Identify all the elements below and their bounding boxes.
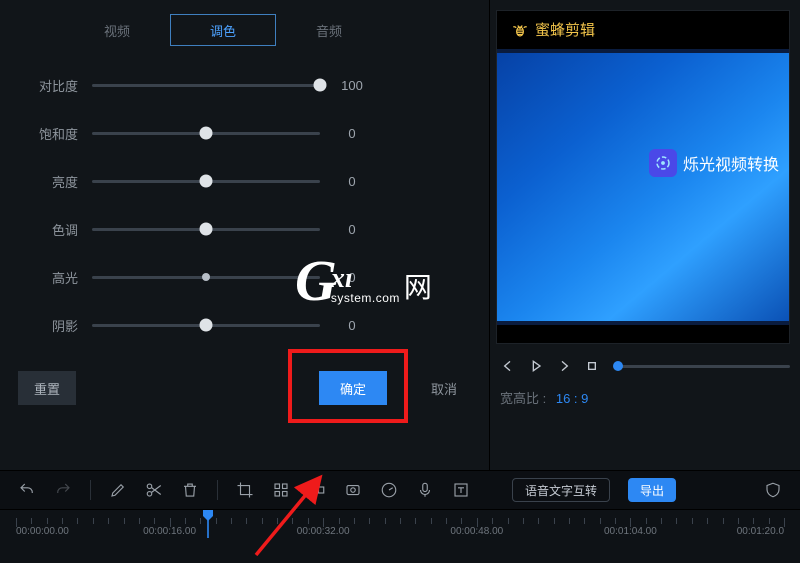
voice-text-button[interactable]: 语音文字互转: [512, 478, 610, 502]
preview-panel: 蜜蜂剪辑 烁光视频转换: [490, 0, 800, 470]
scrub-handle[interactable]: [613, 361, 623, 371]
slider-label: 色调: [18, 220, 78, 239]
slider-thumb[interactable]: [200, 319, 213, 332]
slider-track[interactable]: [92, 132, 320, 135]
slider-thumb[interactable]: [200, 175, 213, 188]
bee-icon: [511, 21, 529, 39]
text-icon[interactable]: [452, 481, 470, 499]
tick-label: 00:00:48.00: [450, 526, 503, 537]
converter-icon: [649, 149, 677, 177]
ok-button[interactable]: 确定: [319, 371, 387, 405]
merge-icon[interactable]: [308, 481, 326, 499]
prev-button[interactable]: [500, 358, 516, 374]
crop-icon[interactable]: [236, 481, 254, 499]
slider-value: 0: [334, 318, 370, 333]
aspect-label: 宽高比 :: [500, 391, 546, 406]
redo-icon[interactable]: [54, 481, 72, 499]
slider-label: 阴影: [18, 316, 78, 335]
slider-row: 亮度 0: [18, 170, 473, 192]
slider-row: 阴影 0: [18, 314, 473, 336]
pencil-icon[interactable]: [109, 481, 127, 499]
play-button[interactable]: [528, 358, 544, 374]
slider-list: 对比度 100 饱和度 0 亮度 0 色调 0 高光 0 阴影 0: [18, 74, 473, 336]
slider-track[interactable]: [92, 324, 320, 327]
stop-button[interactable]: [584, 358, 600, 374]
mosaic-icon[interactable]: [272, 481, 290, 499]
slider-value: 0: [334, 270, 370, 285]
trash-icon[interactable]: [181, 481, 199, 499]
tick-label: 00:00:32.00: [297, 526, 350, 537]
slider-thumb[interactable]: [314, 79, 327, 92]
tick-label: 00:01:20.0: [737, 526, 784, 537]
slider-track[interactable]: [92, 84, 320, 87]
cancel-button[interactable]: 取消: [415, 371, 473, 405]
aspect-value[interactable]: 16 : 9: [556, 391, 589, 406]
slider-value: 0: [334, 126, 370, 141]
timeline-ruler[interactable]: 00:00:00.00 00:00:16.00 00:00:32.00 00:00:4…: [16, 518, 784, 546]
slider-thumb[interactable]: [200, 223, 213, 236]
tab-audio[interactable]: 音频: [276, 14, 382, 46]
speed-icon[interactable]: [380, 481, 398, 499]
slider-thumb[interactable]: [200, 127, 213, 140]
video-frame: 烁光视频转换: [497, 49, 789, 325]
playback-controls: [496, 358, 790, 374]
scrub-bar[interactable]: [618, 365, 790, 368]
mic-icon[interactable]: [416, 481, 434, 499]
export-button[interactable]: 导出: [628, 478, 676, 502]
shield-icon[interactable]: [764, 481, 782, 499]
tab-video[interactable]: 视频: [64, 14, 170, 46]
playhead[interactable]: [203, 510, 213, 538]
slider-value: 100: [334, 78, 370, 93]
color-panel: 视频 调色 音频 对比度 100 饱和度 0 亮度 0 色调 0 高光 0: [0, 0, 490, 470]
slider-track[interactable]: [92, 276, 320, 279]
tick-label: 00:01:04.00: [604, 526, 657, 537]
slider-value: 0: [334, 174, 370, 189]
slider-track[interactable]: [92, 180, 320, 183]
aspect-ratio-row: 宽高比 : 16 : 9: [496, 388, 790, 407]
actions-row: 重置 确定 取消: [18, 358, 473, 418]
slider-label: 饱和度: [18, 124, 78, 143]
desktop-app-icon: 烁光视频转换: [649, 149, 779, 177]
slider-label: 高光: [18, 268, 78, 287]
record-icon[interactable]: [344, 481, 362, 499]
separator: [217, 480, 218, 500]
scissors-icon[interactable]: [145, 481, 163, 499]
panel-tabs: 视频 调色 音频: [64, 14, 473, 46]
slider-row: 饱和度 0: [18, 122, 473, 144]
toolbar: 语音文字互转 导出: [0, 470, 800, 510]
video-preview[interactable]: 蜜蜂剪辑 烁光视频转换: [496, 10, 790, 344]
tab-color[interactable]: 调色: [170, 14, 276, 46]
desktop-app-label: 烁光视频转换: [683, 151, 779, 175]
slider-row: 色调 0: [18, 218, 473, 240]
timeline[interactable]: 00:00:00.00 00:00:16.00 00:00:32.00 00:00:4…: [0, 510, 800, 563]
slider-row: 对比度 100: [18, 74, 473, 96]
undo-icon[interactable]: [18, 481, 36, 499]
slider-label: 亮度: [18, 172, 78, 191]
slider-track[interactable]: [92, 228, 320, 231]
slider-thumb[interactable]: [202, 273, 210, 281]
preview-title-text: 蜜蜂剪辑: [535, 19, 595, 40]
tick-label: 00:00:00.00: [16, 526, 69, 537]
slider-label: 对比度: [18, 76, 78, 95]
tick-label: 00:00:16.00: [143, 526, 196, 537]
preview-app-title: 蜜蜂剪辑: [511, 19, 595, 40]
reset-button[interactable]: 重置: [18, 371, 76, 405]
slider-value: 0: [334, 222, 370, 237]
slider-row: 高光 0: [18, 266, 473, 288]
next-button[interactable]: [556, 358, 572, 374]
separator: [90, 480, 91, 500]
